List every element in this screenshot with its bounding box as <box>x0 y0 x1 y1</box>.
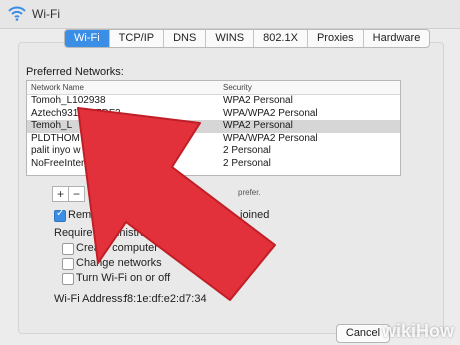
table-row[interactable]: PLDTHOM WPA/WPA2 Personal <box>27 133 400 146</box>
network-name: NoFreeIntern <box>31 157 90 169</box>
tab-wifi[interactable]: Wi-Fi <box>65 30 110 47</box>
add-network-button[interactable]: + <box>53 187 69 201</box>
network-security: 2 Personal <box>223 157 271 169</box>
table-row[interactable]: Aztech9318_E7DF3 WPA/WPA2 Personal <box>27 108 400 121</box>
wifi-address-value: f8:1e:df:e2:d7:34 <box>124 293 207 305</box>
wikihow-watermark: wikiHow <box>381 321 454 341</box>
window-title: Wi-Fi <box>32 7 60 21</box>
tab-8021x[interactable]: 802.1X <box>254 30 308 47</box>
tab-bar: Wi-Fi TCP/IP DNS WINS 802.1X Proxies Har… <box>64 29 431 48</box>
tab-tcpip[interactable]: TCP/IP <box>110 30 165 47</box>
joined-label: joined <box>240 209 270 221</box>
network-name: palit inyo w <box>31 145 81 156</box>
table-row[interactable]: NoFreeIntern 2 Personal <box>27 158 400 171</box>
create-computer-network-label: Create computer <box>76 242 158 254</box>
network-security: 2 Personal <box>223 145 271 156</box>
preferred-networks-table[interactable]: Network Name Security Tomoh_L102938 WPA2… <box>26 80 401 176</box>
wifi-address-label: Wi-Fi Address: <box>54 293 126 305</box>
tab-wins[interactable]: WINS <box>206 30 255 47</box>
network-security: WPA2 Personal <box>223 120 293 131</box>
drag-hint: Drag ne <box>96 188 125 197</box>
create-computer-network-checkbox[interactable] <box>62 243 74 255</box>
network-name: Tomoh_L102938 <box>31 95 106 106</box>
preferred-networks-label: Preferred Networks: <box>26 66 124 78</box>
change-networks-label: Change networks <box>76 257 162 269</box>
network-name: Aztech9318_E7DF3 <box>31 107 121 119</box>
tab-hardware[interactable]: Hardware <box>364 30 430 47</box>
network-name: PLDTHOM <box>31 132 80 144</box>
title-bar: Wi-Fi <box>0 0 460 29</box>
table-row-selected[interactable]: Temoh_L WPA2 Personal <box>27 120 400 133</box>
tab-proxies[interactable]: Proxies <box>308 30 364 47</box>
change-networks-checkbox[interactable] <box>62 258 74 270</box>
network-name: Temoh_L <box>31 120 73 131</box>
remember-networks-label: Remember netw <box>68 209 149 221</box>
column-network-name[interactable]: Network Name <box>31 83 84 92</box>
turn-wifi-label: Turn Wi-Fi on or off <box>76 272 171 284</box>
require-admin-suffix: tion <box>205 227 223 239</box>
network-security: WPA/WPA2 Personal <box>223 132 318 144</box>
turn-wifi-checkbox[interactable] <box>62 273 74 285</box>
network-security: WPA/WPA2 Personal <box>223 107 318 119</box>
network-security: WPA2 Personal <box>223 95 293 106</box>
table-row[interactable]: Tomoh_L102938 WPA2 Personal <box>27 95 400 108</box>
column-security[interactable]: Security <box>223 83 252 92</box>
table-header: Network Name Security <box>27 81 400 95</box>
remember-networks-checkbox[interactable] <box>54 208 66 222</box>
wifi-icon <box>8 6 26 21</box>
remove-network-button[interactable]: − <box>69 187 84 201</box>
tab-dns[interactable]: DNS <box>164 30 207 47</box>
add-remove-control: + − <box>52 186 85 202</box>
require-admin-label: Require administrato <box>54 227 156 239</box>
prefer-hint: prefer. <box>238 188 261 197</box>
create-computer-network-suffix: uter net <box>178 242 216 254</box>
table-row[interactable]: palit inyo w 2 Personal <box>27 145 400 158</box>
